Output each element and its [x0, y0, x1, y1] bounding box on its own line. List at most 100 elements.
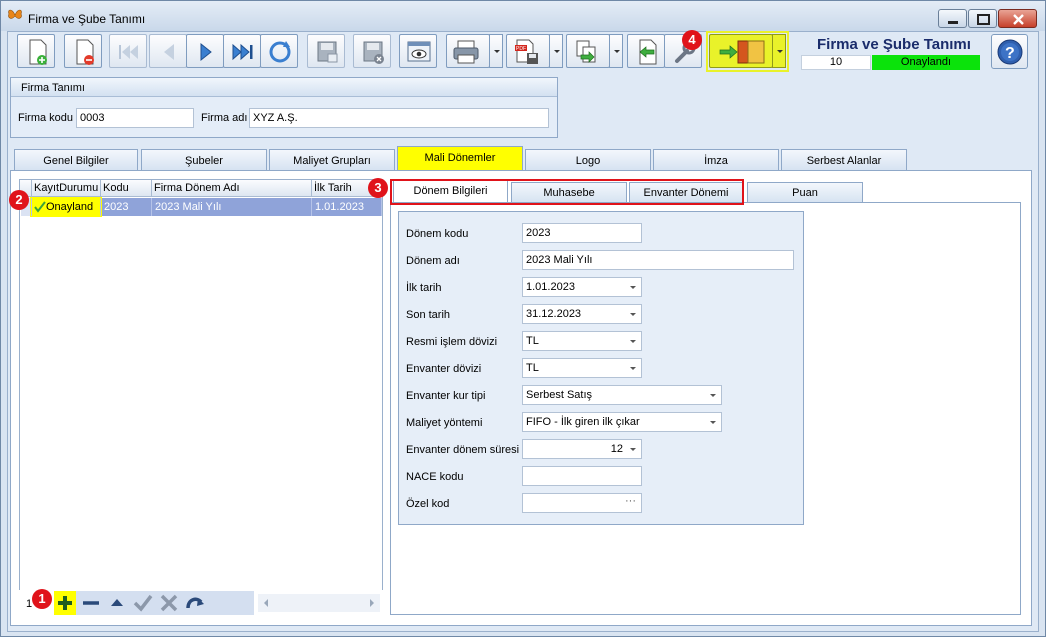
exit-button[interactable]	[709, 34, 773, 68]
scroll-right-icon[interactable]	[370, 599, 374, 607]
firma-name-input[interactable]: XYZ A.Ş.	[249, 108, 549, 128]
envanter-doviz-select[interactable]: TL	[522, 358, 642, 378]
print-dropdown[interactable]	[489, 34, 503, 68]
maliyet-select[interactable]: FIFO - İlk giren ilk çıkar	[522, 412, 722, 432]
chevron-down-icon[interactable]	[630, 367, 636, 370]
table-row[interactable]: Onayland 2023 2023 Mali Yılı 1.01.2023	[21, 198, 382, 216]
kur-tipi-value: Serbest Satış	[526, 389, 593, 401]
previous-record-button[interactable]	[149, 34, 187, 68]
row-name-cell[interactable]: 2023 Mali Yılı	[152, 198, 312, 216]
sure-spinner[interactable]: 12	[522, 439, 642, 459]
tab-subeler[interactable]: Şubeler	[141, 149, 267, 171]
delete-record-icon	[76, 39, 94, 65]
annotation-badge-3: 3	[368, 178, 388, 198]
row-start-cell[interactable]: 1.01.2023	[312, 198, 382, 216]
export-dropdown[interactable]	[609, 34, 623, 68]
next-record-button[interactable]	[186, 34, 224, 68]
son-tarih-value: 31.12.2023	[526, 308, 582, 320]
save-close-button[interactable]	[353, 34, 391, 68]
row-code-cell[interactable]: 2023	[101, 198, 152, 216]
firma-code-label: Firma kodu	[18, 112, 74, 124]
add-row-button[interactable]	[54, 591, 76, 615]
print-button[interactable]	[446, 34, 490, 68]
ozel-kod-label: Özel kod	[406, 498, 450, 510]
refresh-icon	[269, 41, 291, 63]
ellipsis-icon[interactable]: ···	[625, 495, 636, 507]
svg-text:?: ?	[1005, 45, 1015, 62]
donem-kodu-label: Dönem kodu	[406, 228, 469, 240]
app-window: Firma ve Şube Tanımı PDF Firma ve Şube T…	[0, 0, 1046, 637]
preview-button[interactable]	[399, 34, 437, 68]
tab-genel-bilgiler[interactable]: Genel Bilgiler	[14, 149, 138, 171]
tab-donem-bilgileri[interactable]: Dönem Bilgileri	[393, 180, 508, 203]
grid-header-kodu[interactable]: Kodu	[101, 180, 152, 197]
last-record-button[interactable]	[223, 34, 261, 68]
tab-logo[interactable]: Logo	[525, 149, 651, 171]
chevron-down-icon[interactable]	[630, 448, 636, 451]
tab-envanter-donemi[interactable]: Envanter Dönemi	[629, 182, 743, 203]
save-button[interactable]	[307, 34, 345, 68]
last-record-icon	[232, 43, 253, 61]
envanter-doviz-label: Envanter dövizi	[406, 363, 482, 375]
pdf-dropdown[interactable]	[549, 34, 563, 68]
move-up-button[interactable]	[106, 591, 128, 615]
maliyet-label: Maliyet yöntemi	[406, 417, 483, 429]
donem-adi-input[interactable]: 2023 Mali Yılı	[522, 250, 794, 270]
tab-puan[interactable]: Puan	[747, 182, 863, 203]
tab-serbest-alanlar[interactable]: Serbest Alanlar	[781, 149, 907, 171]
ilk-tarih-input[interactable]: 1.01.2023	[522, 277, 642, 297]
help-icon: ?	[997, 39, 1023, 65]
confirm-button[interactable]	[132, 591, 154, 615]
redo-button[interactable]	[184, 591, 206, 615]
cancel-button[interactable]	[158, 591, 180, 615]
grid-header-donem-adi[interactable]: Firma Dönem Adı	[152, 180, 312, 197]
delete-row-button[interactable]	[80, 591, 102, 615]
row-status-cell[interactable]: Onayland	[32, 198, 101, 216]
sure-label: Envanter dönem süresi	[406, 444, 520, 456]
kur-tipi-select[interactable]: Serbest Satış	[522, 385, 722, 405]
chevron-down-icon[interactable]	[630, 286, 636, 289]
tab-maliyet-gruplari[interactable]: Maliyet Grupları	[269, 149, 395, 171]
first-record-button[interactable]	[109, 34, 147, 68]
son-tarih-input[interactable]: 31.12.2023	[522, 304, 642, 324]
chevron-down-icon[interactable]	[630, 340, 636, 343]
maximize-icon	[977, 14, 990, 25]
chevron-down-icon[interactable]	[710, 394, 716, 397]
resmi-doviz-select[interactable]: TL	[522, 331, 642, 351]
chevron-down-icon[interactable]	[710, 421, 716, 424]
status-badge: Onaylandı	[872, 55, 980, 70]
pdf-save-icon: PDF	[515, 39, 538, 64]
form-code: 10	[801, 55, 871, 70]
minimize-button[interactable]	[938, 9, 967, 28]
scroll-left-icon[interactable]	[264, 599, 268, 607]
tab-imza[interactable]: İmza	[653, 149, 779, 171]
sure-value: 12	[610, 443, 623, 455]
redo-icon	[186, 597, 204, 609]
exit-dropdown[interactable]	[772, 34, 786, 68]
tab-mali-donemler[interactable]: Mali Dönemler	[397, 146, 523, 171]
annotation-badge-1: 1	[32, 589, 52, 609]
ozel-kod-input[interactable]: ···	[522, 493, 642, 513]
grid-header-kayit-durumu[interactable]: KayıtDurumu	[32, 180, 101, 197]
maximize-button[interactable]	[968, 9, 997, 28]
new-record-button[interactable]	[17, 34, 55, 68]
donem-grid[interactable]: KayıtDurumu Kodu Firma Dönem Adı İlk Tar…	[19, 179, 383, 616]
title-bar[interactable]: Firma ve Şube Tanımı	[1, 1, 1045, 31]
triangle-up-icon	[111, 599, 123, 606]
export-button[interactable]	[566, 34, 610, 68]
horizontal-scrollbar[interactable]	[258, 594, 380, 612]
donem-kodu-input[interactable]: 2023	[522, 223, 642, 243]
close-button[interactable]	[998, 9, 1037, 28]
back-button[interactable]	[627, 34, 665, 68]
tab-muhasebe[interactable]: Muhasebe	[511, 182, 627, 203]
butterfly-icon	[8, 9, 22, 19]
nace-input[interactable]	[522, 466, 642, 486]
cross-icon	[160, 594, 178, 612]
delete-record-button[interactable]	[64, 34, 102, 68]
firma-code-input[interactable]: 0003	[76, 108, 194, 128]
refresh-button[interactable]	[260, 34, 298, 68]
new-record-icon	[29, 39, 47, 65]
chevron-down-icon[interactable]	[630, 313, 636, 316]
pdf-save-button[interactable]: PDF	[506, 34, 550, 68]
help-button[interactable]: ?	[991, 34, 1028, 69]
